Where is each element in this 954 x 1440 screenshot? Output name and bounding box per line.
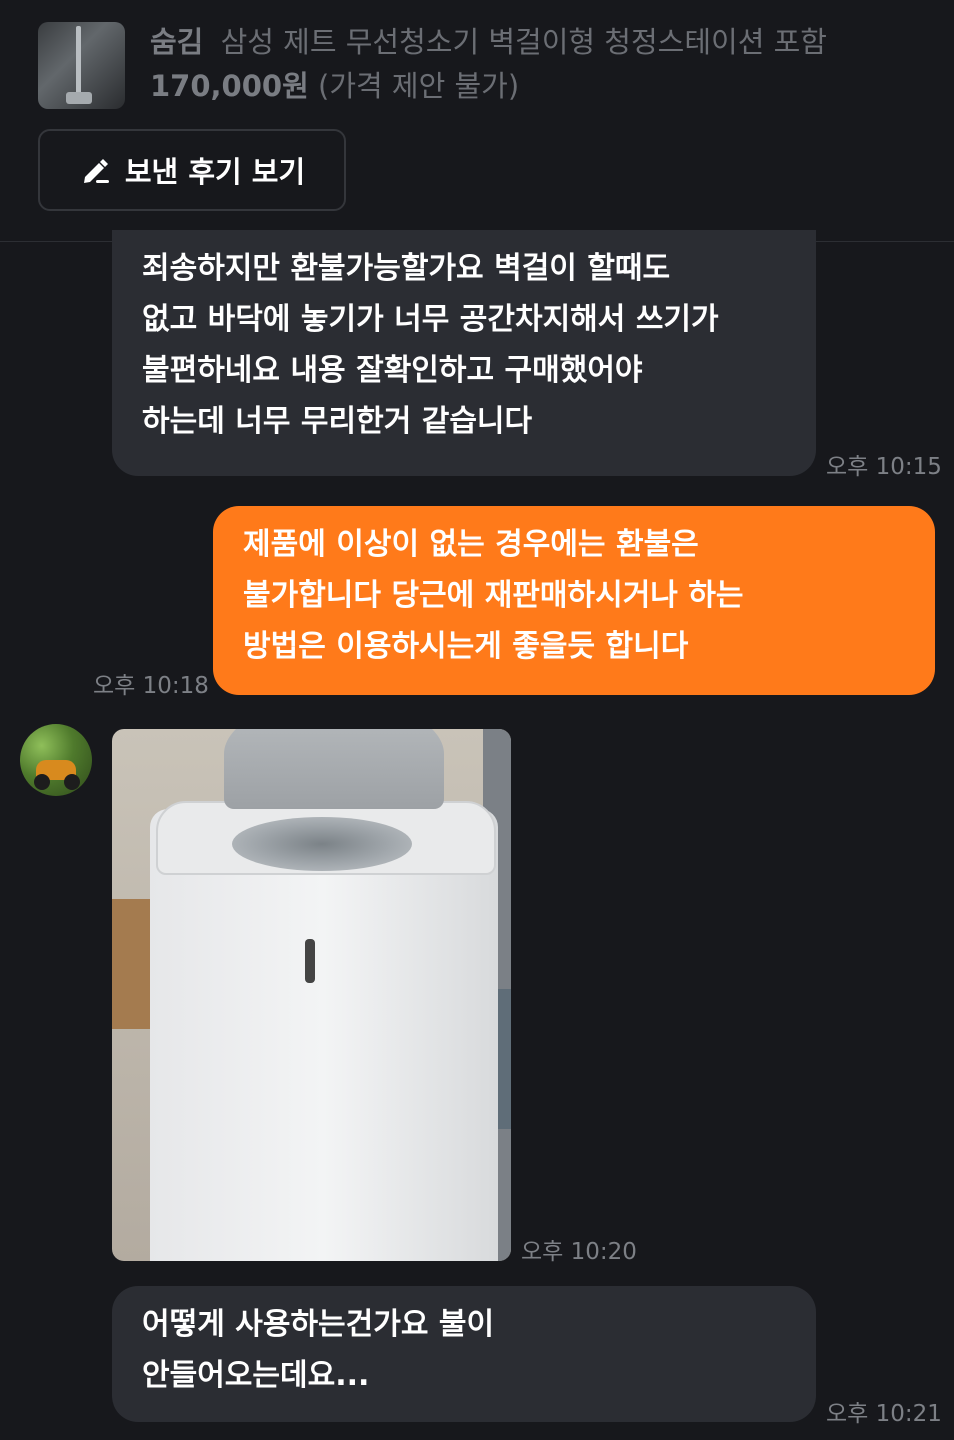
- product-price-line: 170,000원 (가격 제안 불가): [150, 64, 940, 108]
- message-timestamp: 오후 10:18: [93, 673, 209, 699]
- avatar-wheel: [34, 774, 50, 790]
- product-title: 숨김 삼성 제트 무선청소기 벽걸이형 청정스테이션 포함: [150, 20, 940, 64]
- review-button-label: 보낸 후기 보기: [124, 155, 306, 189]
- message-bubble-incoming[interactable]: 죄송하지만 환불가능할가요 벽걸이 할때도 없고 바닥에 놓기가 너무 공간차지…: [112, 230, 816, 476]
- message-timestamp: 오후 10:21: [826, 1401, 942, 1427]
- price-note: (가격 제안 불가): [318, 69, 520, 103]
- photo-station-body: [150, 809, 498, 1261]
- product-thumbnail[interactable]: [38, 22, 125, 109]
- vacuum-base: [66, 92, 92, 104]
- message-text-line: 죄송하지만 환불가능할가요 벽걸이 할때도: [142, 251, 671, 286]
- photo-station-lid: [224, 729, 444, 809]
- avatar-wheel: [64, 774, 80, 790]
- message-bubble-incoming[interactable]: 어떻게 사용하는건가요 불이 안들어오는데요...: [112, 1286, 816, 1422]
- view-sent-review-button[interactable]: 보낸 후기 보기: [38, 129, 346, 211]
- sender-avatar[interactable]: [20, 724, 92, 796]
- message-text-line: 불편하네요 내용 잘확인하고 구매했어야: [142, 353, 643, 388]
- product-price: 170,000원: [150, 69, 309, 103]
- product-info[interactable]: 숨김 삼성 제트 무선청소기 벽걸이형 청정스테이션 포함 170,000원 (…: [150, 20, 940, 108]
- message-text-line: 안들어오는데요...: [142, 1358, 370, 1393]
- message-text-line: 하는데 너무 무리한거 같습니다: [142, 404, 533, 439]
- message-text-line: 방법은 이용하시는게 좋을듯 합니다: [243, 629, 689, 664]
- product-header: 숨김 삼성 제트 무선청소기 벽걸이형 청정스테이션 포함 170,000원 (…: [0, 0, 954, 242]
- product-name: 삼성 제트 무선청소기 벽걸이형 청정스테이션 포함: [220, 25, 827, 59]
- product-status: 숨김: [150, 25, 204, 59]
- message-text-line: 제품에 이상이 없는 경우에는 환불은: [243, 527, 699, 562]
- message-photo[interactable]: [112, 729, 511, 1261]
- message-text-line: 어떻게 사용하는건가요 불이: [142, 1307, 495, 1342]
- message-timestamp: 오후 10:20: [521, 1239, 637, 1265]
- photo-station-indicator: [305, 939, 315, 983]
- message-text-line: 없고 바닥에 놓기가 너무 공간차지해서 쓰기가: [142, 302, 719, 337]
- photo-station-opening: [232, 817, 412, 871]
- message-timestamp: 오후 10:15: [826, 454, 942, 480]
- photo-wood-furniture: [112, 899, 152, 1029]
- pencil-icon: [83, 159, 109, 183]
- message-bubble-outgoing[interactable]: 제품에 이상이 없는 경우에는 환불은 불가합니다 당근에 재판매하시거나 하는…: [213, 506, 935, 695]
- message-text-line: 불가합니다 당근에 재판매하시거나 하는: [243, 578, 744, 613]
